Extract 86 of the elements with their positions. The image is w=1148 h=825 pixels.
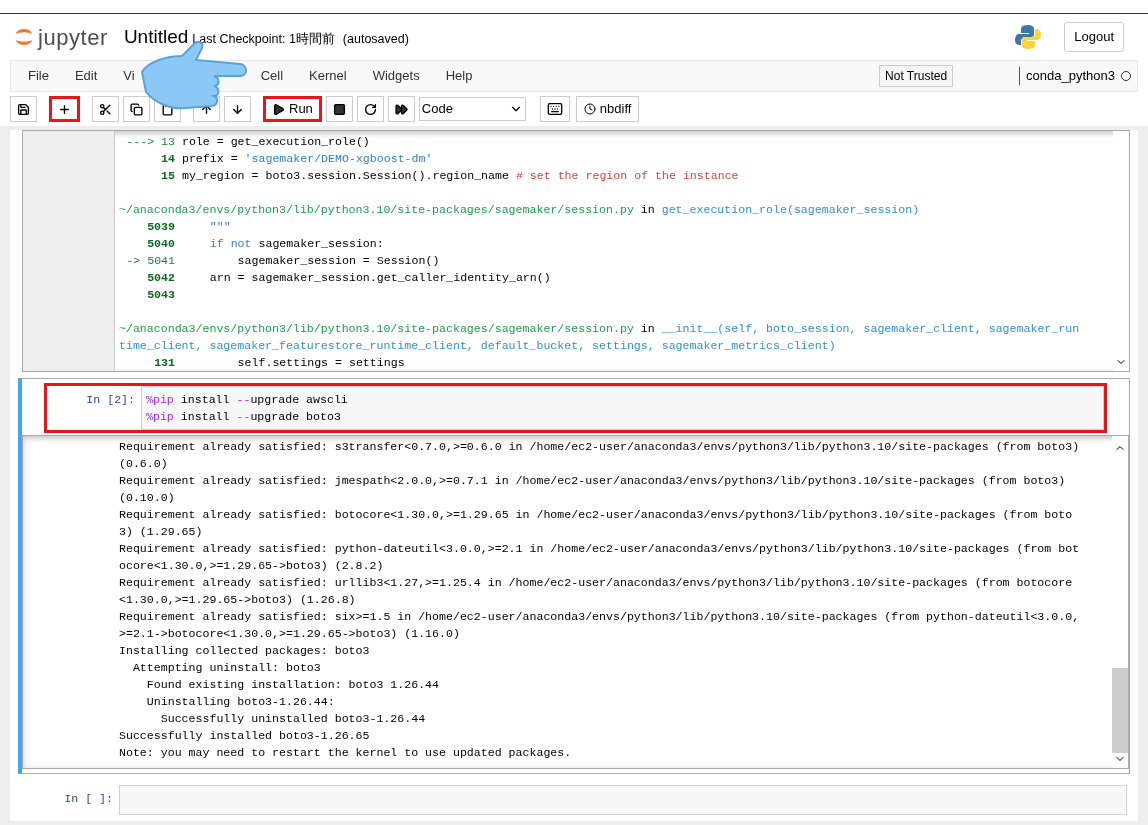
code-input[interactable] [119,785,1127,815]
code-line: Found existing installation: boto3 1.26.44 [145,677,440,693]
keyboard-button[interactable] [539,96,570,122]
code-line: <1.30.0,>=1.29.65->boto3) (1.26.8) [119,592,356,608]
menu-item[interactable]: Cell [247,66,297,86]
code-line: ~/anaconda3/envs/python3/lib/python3.10/site-packages/sagemaker/session.py in __init__(self, boto_session, sagemaker_client, sagemaker_run [119,321,1080,337]
toolbar-button[interactable] [10,96,37,122]
toolbar-button[interactable] [224,96,251,122]
code-line: ocore<1.30.0,>=1.29.65->boto3) (2.8.2) [119,558,384,574]
plus-icon [58,102,71,116]
line-number: 14 [160,151,175,167]
toolbar-button[interactable] [123,96,150,122]
line-number: 5043 [146,287,175,303]
line-number: 15 [160,168,175,184]
line-number: 131 [153,355,175,371]
menu-item[interactable]: Kernel [296,66,360,86]
menu-item[interactable]: Help [432,66,486,86]
code-line: %pip install --upgrade boto3 [146,409,341,425]
copy-icon [130,102,143,116]
code-line: ~/anaconda3/envs/python3/lib/python3.10/site-packages/sagemaker/session.py in get_execution_role(sagemaker_session) [119,202,920,218]
selected-cell[interactable] [18,378,1130,774]
code-line: Requirement already satisfied: python-dateutil<3.0.0,>=2.1 in /home/ec2-user/anaconda3/envs/python3/lib/python3.10/site-packages (from bot [119,541,1080,557]
code-line: Requirement already satisfied: jmespath<2.0.0,>=0.7.1 in /home/ec2-user/anaconda3/envs/python3/lib/python3.10/site-packages (from boto3) [119,473,1066,489]
code-input[interactable]: %pip install --upgrade awscli %pip install --upgrade boto3 [141,386,1104,430]
code-line: prefix = 'sagemaker/DEMO-xgboost-dm' [180,151,433,167]
notebook-title[interactable]: Untitled [123,22,189,52]
code-line: if not sagemaker_session: [208,236,384,252]
code-line: time_client, sagemaker_featurestore_runtime_client, default_bucket, settings, sagemaker_metrics_client) [119,338,836,354]
autosave-status: (autosaved) [342,30,409,48]
code-line: 3) (1.29.65) [119,524,203,540]
code-line: >=2.1->botocore<1.30.0,>=1.29.65->boto3) (1.16.0) [119,626,460,642]
logo-text: jupyter [38,23,108,52]
menu-item[interactable]: Edit [61,66,111,86]
toolbar-button[interactable] [49,96,80,122]
restart-icon [363,102,377,116]
code-line: %pip install --upgrade awscli [146,392,348,408]
code-line: self.settings = settings [236,355,405,371]
code-line: Requirement already satisfied: botocore<1.30.0,>=1.29.65 in /home/ec2-user/anaconda3/envs/python3/lib/python3.10/site-packages (from boto [119,507,1073,523]
notebook-cell[interactable]: In [ ]: [18,782,1130,818]
code-line: Uninstalling boto3-1.26.44: [145,694,335,710]
run-button[interactable]: Run [263,96,322,122]
code-line: sagemaker_session = Session() [236,253,440,269]
scrollbar-thumb[interactable] [1112,668,1128,753]
code-line: Successfully uninstalled boto3-1.26.44 [159,711,426,727]
cell-type-dropdown[interactable]: Code [418,97,526,121]
kernel-name: conda_python3 [1026,67,1115,86]
fast-forward-icon [394,102,408,116]
code-line: Attempting uninstall: boto3 [131,660,321,676]
line-number: 5039 [146,219,175,235]
code-line: Installing collected packages: boto3 [119,643,370,659]
code-line: role = get_execution_role() [180,134,370,150]
line-number: -> 5041 [125,253,175,269]
toolbar-button[interactable] [356,96,384,122]
code-line: Requirement already satisfied: six>=1.5 in /home/ec2-user/anaconda3/envs/python3/lib/python3.10/site-packages (from python-dateutil<3.0.0, [119,609,1080,625]
menu-item[interactable]: Widgets [359,66,433,86]
code-line: my_region = boto3.session.Session().region_name # set the region of the instance [180,168,739,184]
arrow-down-icon [231,102,244,116]
input-prompt: In [2]: [85,392,136,408]
nbdiff-button[interactable]: nbdiff [575,96,640,122]
clock-icon [583,103,596,115]
line-number: 5042 [146,270,175,286]
toolbar-button[interactable] [92,96,119,122]
code-line: arn = sagemaker_session.get_caller_identity_arn() [208,270,551,286]
code-line: Requirement already satisfied: urllib3<1.27,>=1.25.4 in /home/ec2-user/anaconda3/envs/python3/lib/python3.10/site-packages (from botocore [119,575,1073,591]
code-line: (0.10.0) [119,490,175,506]
keyboard-icon [546,101,563,117]
code-line: Requirement already satisfied: s3transfer<0.7.0,>=0.6.0 in /home/ec2-user/anaconda3/envs/python3/lib/python3.10/site-packages (from boto3) [119,439,1080,455]
scissors-icon [99,102,112,116]
code-line: Note: you may need to restart the kernel to use updated packages. [119,745,572,761]
code-line: Successfully installed boto3-1.26.65 [119,728,370,744]
logout-button[interactable]: Logout [1064,22,1124,52]
line-number: 5040 [146,236,175,252]
python-logo-icon [1014,23,1043,51]
play-icon [272,102,285,116]
stop-icon [332,102,346,116]
scrollbar[interactable] [1112,436,1128,768]
scrollbar[interactable] [1113,131,1129,371]
code-line: (0.6.0) [119,456,168,472]
save-icon [17,102,30,116]
code-line: """ [208,219,231,235]
trust-indicator[interactable]: Not Trusted [879,65,954,87]
toolbar-button[interactable] [325,96,353,122]
toolbar-button[interactable] [387,96,415,122]
line-number: ---> 13 [125,134,175,150]
menu-item[interactable]: File [15,66,62,86]
input-prompt: In [ ]: [63,791,114,807]
